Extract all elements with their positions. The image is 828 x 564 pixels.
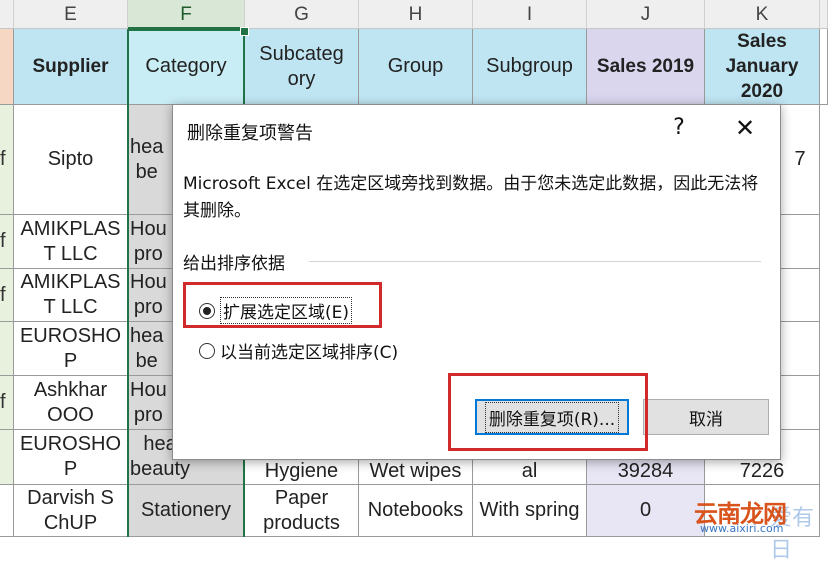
left-strip-row[interactable]: f (0, 269, 14, 322)
watermark-url: www.aixiri.com (700, 522, 784, 535)
left-strip-header[interactable] (0, 29, 14, 105)
dialog-title: 删除重复项警告 (187, 123, 313, 144)
col-header-j[interactable]: J (587, 0, 705, 29)
option-current-label[interactable]: 以当前选定区域排序(C) (220, 338, 398, 363)
help-icon[interactable]: ? (667, 115, 691, 141)
left-strip-row[interactable]: f (0, 105, 14, 215)
header-sales-january-2020[interactable]: Sales January 2020 (705, 29, 820, 105)
cancel-button[interactable]: 取消 (643, 399, 769, 435)
supplier-cell[interactable]: Ashkhar OOO (14, 376, 128, 430)
header-sales-2019[interactable]: Sales 2019 (587, 29, 705, 105)
sales-january-cell[interactable]: 7 (781, 105, 820, 215)
col-header-rest (820, 0, 828, 29)
group-cell[interactable]: Notebooks (359, 485, 473, 537)
subgroup-cell[interactable]: With spring (473, 485, 587, 537)
sales-january-cell[interactable] (781, 269, 820, 322)
supplier-cell[interactable]: Darvish S ChUP (14, 485, 128, 537)
remove-duplicates-button[interactable]: 删除重复项(R)... (475, 399, 629, 435)
col-header-h[interactable]: H (359, 0, 473, 29)
subcategory-cell[interactable]: Paper products (245, 485, 359, 537)
col-header-g[interactable]: G (245, 0, 359, 29)
header-supplier[interactable]: Supplier (14, 29, 128, 105)
supplier-cell[interactable]: EUROSHO P (14, 430, 128, 485)
sales-january-cell[interactable] (781, 322, 820, 376)
left-strip-row[interactable]: f (0, 376, 14, 430)
close-icon[interactable]: ✕ (731, 115, 759, 141)
radio-unchecked-icon[interactable] (199, 342, 215, 359)
col-header-i[interactable]: I (473, 0, 587, 29)
option-expand-selection[interactable]: 扩展选定区域(E) (199, 297, 353, 324)
left-strip-row[interactable]: f (0, 215, 14, 269)
option-expand-label[interactable]: 扩展选定区域(E) (220, 297, 353, 324)
remove-duplicates-label: 删除重复项(R)... (484, 401, 620, 433)
supplier-cell[interactable]: AMIKPLAS T LLC (14, 215, 128, 269)
remove-duplicates-warning-dialog: 删除重复项警告 ? ✕ Microsoft Excel 在选定区域旁找到数据。由… (172, 104, 781, 460)
col-header-left[interactable] (0, 0, 14, 29)
left-strip-row[interactable] (0, 485, 14, 537)
supplier-cell[interactable]: Sipto (14, 105, 128, 215)
sales-2019-cell[interactable]: 0 (587, 485, 705, 537)
radio-checked-icon[interactable] (199, 302, 215, 319)
header-rest (820, 29, 828, 105)
category-cell[interactable]: Stationery (128, 485, 245, 537)
dialog-message: Microsoft Excel 在选定区域旁找到数据。由于您未选定此数据，因此无… (183, 174, 759, 221)
sort-group-label: 给出排序依据 (183, 254, 285, 274)
header-group[interactable]: Group (359, 29, 473, 105)
col-header-k[interactable]: K (705, 0, 820, 29)
left-strip-row[interactable] (0, 322, 14, 376)
header-subcategory[interactable]: Subcateg ory (245, 29, 359, 105)
sales-january-cell[interactable] (781, 376, 820, 430)
option-current-selection[interactable]: 以当前选定区域排序(C) (199, 338, 398, 363)
sales-january-cell[interactable] (781, 215, 820, 269)
col-header-e[interactable]: E (14, 0, 128, 29)
group-divider (309, 261, 761, 262)
fill-handle[interactable] (240, 27, 249, 36)
header-subgroup[interactable]: Subgroup (473, 29, 587, 105)
col-header-f[interactable]: F (128, 0, 245, 29)
left-strip-row[interactable] (0, 430, 14, 485)
supplier-cell[interactable]: EUROSHO P (14, 322, 128, 376)
header-category[interactable]: Category (128, 29, 245, 105)
supplier-cell[interactable]: AMIKPLAS T LLC (14, 269, 128, 322)
